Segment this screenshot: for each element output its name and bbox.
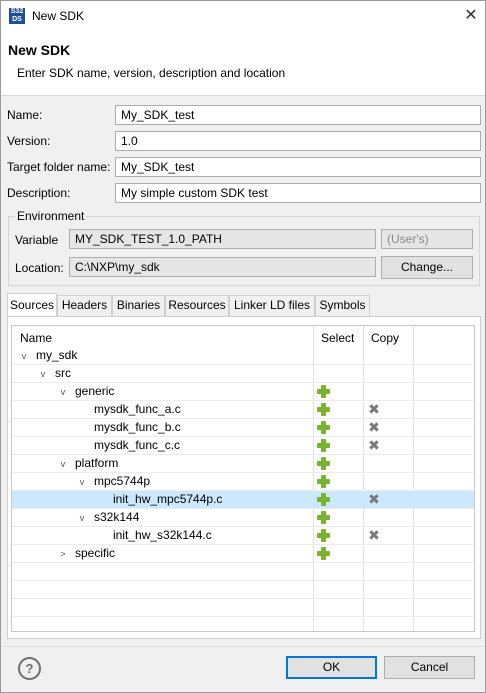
change-location-button[interactable]: Change... — [381, 256, 473, 279]
tab-symbols[interactable]: Symbols — [315, 295, 370, 316]
dialog-header: New SDK Enter SDK name, version, descrip… — [1, 32, 485, 96]
tree-row-label: init_hw_mpc5744p.c — [113, 492, 223, 506]
add-select-icon[interactable] — [317, 439, 330, 452]
tab-headers[interactable]: Headers — [57, 295, 112, 316]
tree-row-specific[interactable]: > specific — [12, 545, 474, 563]
tree-row-label: mysdk_func_c.c — [94, 438, 181, 452]
empty-row — [12, 581, 474, 599]
variable-label: Variable — [15, 233, 59, 247]
target-folder-label: Target folder name: — [7, 160, 111, 174]
sources-tree-table[interactable]: Name Select Copy v my_sdk v src v generi… — [11, 325, 475, 632]
description-label: Description: — [7, 186, 71, 200]
description-field[interactable]: My simple custom SDK test — [115, 183, 481, 203]
tree-row-platform[interactable]: v platform — [12, 455, 474, 473]
tree-row-label: s32k144 — [94, 510, 140, 524]
add-select-icon[interactable] — [317, 457, 330, 470]
tree-row-label: mysdk_func_b.c — [94, 420, 181, 434]
footer-divider — [1, 646, 485, 647]
tree-row-label: my_sdk — [36, 348, 78, 362]
add-select-icon[interactable] — [317, 529, 330, 542]
empty-row — [12, 599, 474, 617]
version-label: Version: — [7, 134, 51, 148]
help-icon[interactable]: ? — [18, 657, 41, 680]
expand-arrow-icon[interactable]: v — [57, 383, 69, 401]
tab-resources[interactable]: Resources — [165, 295, 229, 316]
variable-scope-field: (User's) — [381, 229, 473, 249]
remove-copy-icon[interactable]: ✖ — [367, 528, 381, 543]
tree-row-label: src — [55, 366, 71, 380]
tab-linker-ld-files[interactable]: Linker LD files — [229, 295, 315, 316]
collapsed-arrow-icon[interactable]: > — [57, 545, 69, 563]
tree-row-label: specific — [75, 546, 116, 560]
tree-row-label: mysdk_func_a.c — [94, 402, 181, 416]
environment-group-title: Environment — [15, 209, 87, 223]
ok-button[interactable]: OK — [286, 656, 377, 679]
tree-row-mysdk-func-c[interactable]: mysdk_func_c.c ✖ — [12, 437, 474, 455]
remove-copy-icon[interactable]: ✖ — [367, 438, 381, 453]
tree-row-label: generic — [75, 384, 115, 398]
window-title: New SDK — [32, 9, 85, 23]
name-label: Name: — [7, 108, 43, 122]
add-select-icon[interactable] — [317, 403, 330, 416]
tree-row-init-hw-s32k144[interactable]: init_hw_s32k144.c ✖ — [12, 527, 474, 545]
cancel-button[interactable]: Cancel — [384, 656, 475, 679]
target-folder-field[interactable]: My_SDK_test — [115, 157, 481, 177]
tree-row-src[interactable]: v src — [12, 365, 474, 383]
name-field[interactable]: My_SDK_test — [115, 105, 481, 125]
add-select-icon[interactable] — [317, 547, 330, 560]
location-field: C:\NXP\my_sdk — [69, 257, 376, 277]
tab-binaries[interactable]: Binaries — [112, 295, 165, 316]
add-select-icon[interactable] — [317, 493, 330, 506]
tree-row-s32k144[interactable]: v s32k144 — [12, 509, 474, 527]
tree-row-label: platform — [75, 456, 119, 470]
version-field[interactable]: 1.0 — [115, 131, 481, 151]
add-select-icon[interactable] — [317, 421, 330, 434]
expand-arrow-icon[interactable]: v — [76, 509, 88, 527]
title-bar: S32 DS New SDK ✕ — [1, 1, 485, 32]
close-icon[interactable]: ✕ — [457, 3, 485, 29]
expand-arrow-icon[interactable]: v — [76, 473, 88, 491]
add-select-icon[interactable] — [317, 511, 330, 524]
expand-arrow-icon[interactable]: v — [57, 455, 69, 473]
expand-arrow-icon[interactable]: v — [18, 347, 30, 365]
tree-row-label: mpc5744p — [94, 474, 151, 488]
new-sdk-dialog: S32 DS New SDK ✕ New SDK Enter SDK name,… — [0, 0, 486, 693]
expand-arrow-icon[interactable]: v — [37, 365, 49, 383]
empty-row — [12, 563, 474, 581]
s32ds-app-icon: S32 DS — [9, 8, 25, 24]
remove-copy-icon[interactable]: ✖ — [367, 492, 381, 507]
tree-row-mysdk-func-a[interactable]: mysdk_func_a.c ✖ — [12, 401, 474, 419]
add-select-icon[interactable] — [317, 475, 330, 488]
add-select-icon[interactable] — [317, 385, 330, 398]
tree-row-my-sdk[interactable]: v my_sdk — [12, 347, 474, 365]
remove-copy-icon[interactable]: ✖ — [367, 402, 381, 417]
tree-row-mysdk-func-b[interactable]: mysdk_func_b.c ✖ — [12, 419, 474, 437]
tree-row-mpc5744p[interactable]: v mpc5744p — [12, 473, 474, 491]
variable-field: MY_SDK_TEST_1.0_PATH — [69, 229, 376, 249]
header-subtitle: Enter SDK name, version, description and… — [17, 66, 286, 80]
tree-row-label: init_hw_s32k144.c — [113, 528, 212, 542]
tree-row-init-hw-mpc5744p[interactable]: init_hw_mpc5744p.c ✖ — [12, 491, 474, 509]
tree-row-generic[interactable]: v generic — [12, 383, 474, 401]
remove-copy-icon[interactable]: ✖ — [367, 420, 381, 435]
tab-sources[interactable]: Sources — [7, 293, 57, 316]
location-label: Location: — [15, 261, 64, 275]
header-title: New SDK — [8, 42, 71, 58]
